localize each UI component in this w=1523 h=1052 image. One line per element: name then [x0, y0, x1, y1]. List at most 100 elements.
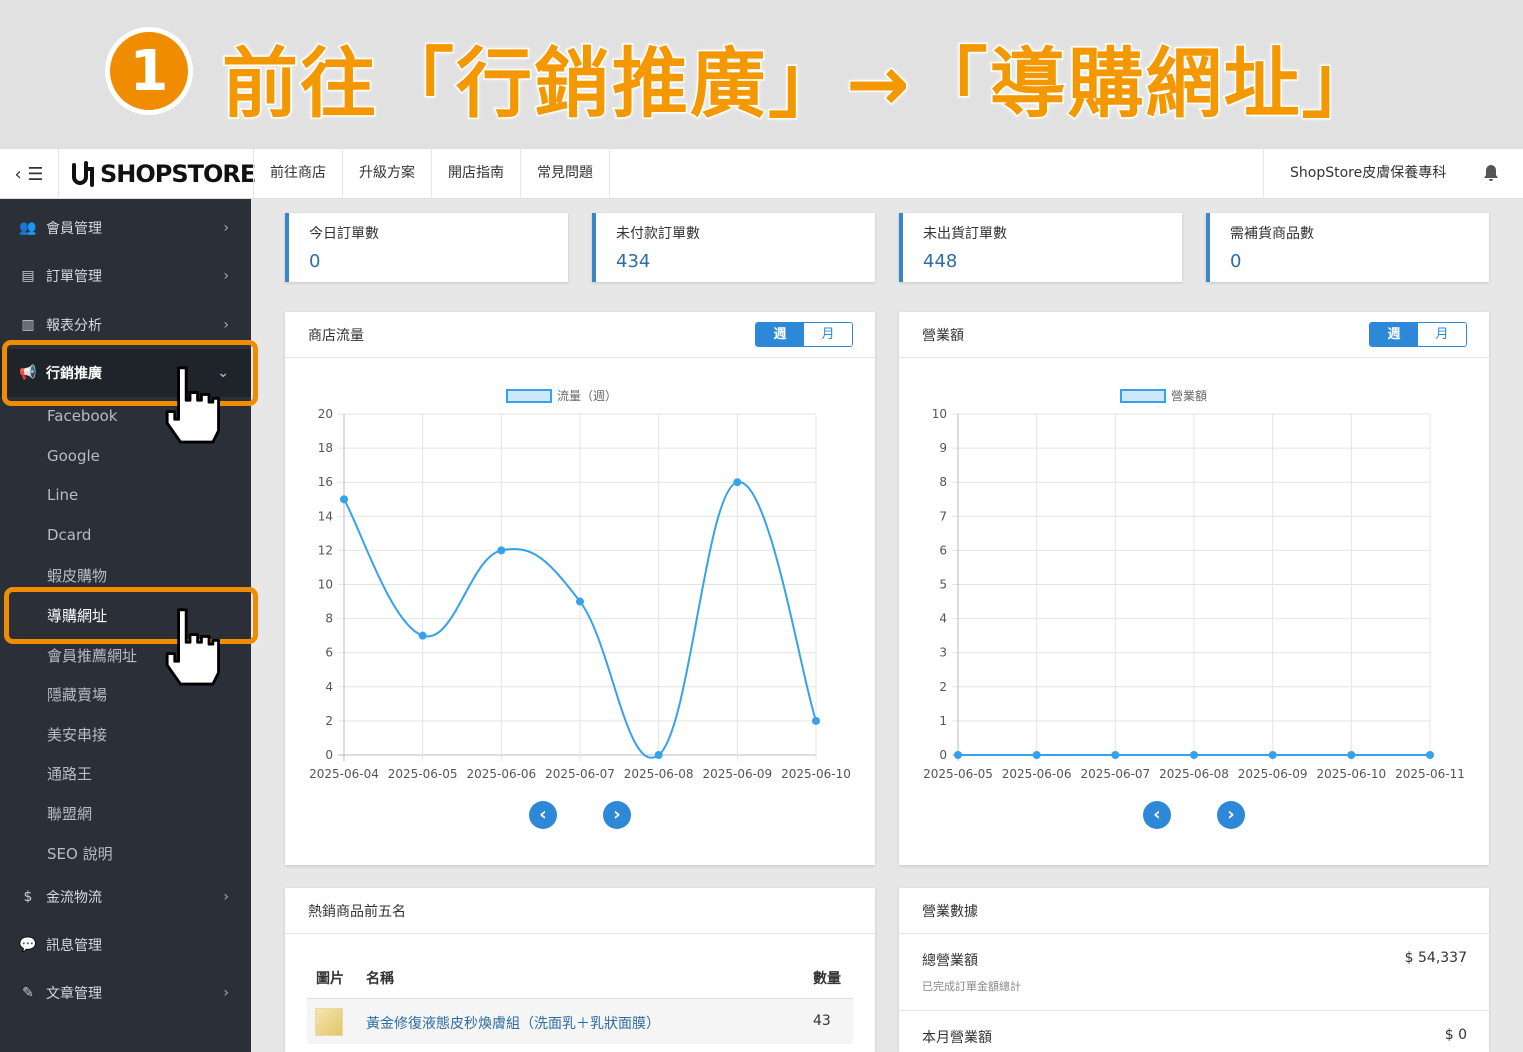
y-tick-label: 10: [318, 578, 333, 592]
chevron-right-icon: ›: [1227, 804, 1235, 825]
data-point: [340, 495, 348, 504]
comments-icon: 💬: [19, 937, 37, 953]
sub-item-dcard[interactable]: Dcard: [47, 526, 91, 544]
column-header-name: 名稱: [366, 971, 394, 987]
instruction-banner: 1 前往「行銷推廣」→「導購網址」: [0, 0, 1523, 149]
data-point: [1426, 751, 1434, 759]
stat-card-restock-items[interactable]: 需補貨商品數 0: [1206, 213, 1489, 282]
total-revenue-label: 總營業額: [922, 953, 978, 969]
step-number-badge: 1: [105, 27, 193, 115]
product-name-link[interactable]: 黃金修復液態皮秒煥膚組（洗面乳＋乳狀面膜）: [366, 1013, 660, 1033]
chevron-left-icon: ‹: [1153, 804, 1161, 825]
x-tick-label: 2025-06-10: [781, 767, 851, 781]
sub-item-channel-king[interactable]: 通路王: [47, 763, 92, 784]
banner-title: 前往「行銷推廣」→「導購網址」: [221, 38, 1380, 130]
revenue-chart-panel: 營業額 週 月 0 1 2 3 4 5 6 7 8 9 10 2025-06-05 2025-06-06…: [899, 312, 1489, 865]
y-tick-label: 8: [939, 475, 947, 489]
legend-swatch: [1120, 389, 1166, 403]
traffic-line-chart: 0 2 4 6 8 10 12 14 16 18 20 2025-06-04 2025-06-05 202…: [309, 389, 851, 781]
stat-card-unpaid-orders[interactable]: 未付款訂單數 434: [592, 213, 875, 282]
bell-icon[interactable]: [1481, 163, 1501, 183]
logo-text: SHOPSTORE: [100, 160, 256, 188]
total-revenue-value: $ 54,337: [1404, 950, 1467, 966]
users-icon: 👥: [19, 220, 37, 236]
sidebar-item-messages[interactable]: 💬 訊息管理: [0, 921, 251, 969]
data-point: [654, 751, 663, 759]
panel-title: 營業數據: [922, 904, 978, 920]
column-header-qty: 數量: [813, 971, 841, 987]
x-tick-label: 2025-06-08: [624, 767, 694, 781]
chart-prev-button[interactable]: ‹: [529, 801, 557, 829]
y-tick-label: 7: [939, 509, 947, 523]
x-tick-label: 2025-06-08: [1159, 767, 1229, 781]
panel-title: 熱銷商品前五名: [308, 904, 406, 920]
x-tick-label: 2025-06-09: [702, 767, 772, 781]
y-tick-label: 0: [325, 748, 333, 762]
sidebar-item-label: 報表分析: [46, 318, 102, 334]
sub-item-meian[interactable]: 美安串接: [47, 724, 107, 745]
y-tick-label: 4: [939, 612, 947, 626]
y-tick-label: 16: [318, 475, 333, 489]
x-tick-label: 2025-06-06: [1002, 767, 1072, 781]
sidebar-item-articles[interactable]: ✎ 文章管理 ›: [0, 969, 251, 1017]
nav-goto-store[interactable]: 前往商店: [253, 149, 342, 199]
chart-prev-button[interactable]: ‹: [1143, 801, 1171, 829]
sub-item-affiliate[interactable]: 聯盟網: [47, 803, 92, 824]
sub-item-facebook[interactable]: Facebook: [47, 407, 117, 425]
stat-label: 需補貨商品數: [1230, 226, 1314, 242]
revenue-line-chart: 0 1 2 3 4 5 6 7 8 9 10 2025-06-05 2025-06-06 2025-06-…: [923, 389, 1465, 781]
chevron-right-icon: ›: [223, 889, 229, 905]
sub-item-seo[interactable]: SEO 說明: [47, 843, 113, 864]
sidebar-item-payment-logistics[interactable]: $ 金流物流 ›: [0, 873, 251, 921]
stat-card-today-orders[interactable]: 今日訂單數 0: [285, 213, 568, 282]
y-tick-label: 9: [939, 441, 947, 455]
sub-item-hidden-store[interactable]: 隱藏賣場: [47, 684, 107, 705]
data-point: [497, 546, 506, 555]
chevron-right-icon: ›: [223, 268, 229, 284]
store-name-menu[interactable]: ShopStore皮膚保養專科: [1263, 149, 1446, 199]
traffic-chart-panel: 商店流量 週 月 0 2 4 6 8 10 12 14 16 18 20 2025-06-04 2025…: [285, 312, 875, 865]
bar-chart-icon: ▥: [21, 317, 35, 333]
data-point: [418, 631, 427, 640]
shopstore-logo[interactable]: SHOPSTORE: [68, 158, 256, 190]
y-tick-label: 2: [939, 680, 947, 694]
sidebar-toggle-button[interactable]: ‹ ☰: [0, 149, 59, 199]
total-revenue-sublabel: 已完成訂單金額總計: [922, 980, 1021, 993]
y-tick-label: 14: [318, 509, 333, 523]
nav-upgrade-plan[interactable]: 升級方案: [342, 149, 431, 199]
dollar-icon: $: [23, 889, 33, 905]
x-tick-label: 2025-06-10: [1316, 767, 1386, 781]
y-tick-label: 1: [939, 714, 947, 728]
stat-value: 434: [616, 251, 651, 272]
nav-faq[interactable]: 常見問題: [520, 149, 610, 199]
chart-next-button[interactable]: ›: [1217, 801, 1245, 829]
month-revenue-label: 本月營業額: [922, 1030, 992, 1046]
data-point: [1111, 751, 1120, 759]
sidebar-item-members[interactable]: 👥 會員管理 ›: [0, 204, 251, 252]
stat-card-unshipped-orders[interactable]: 未出貨訂單數 448: [899, 213, 1182, 282]
product-thumbnail[interactable]: [315, 1008, 343, 1036]
y-tick-label: 3: [939, 646, 947, 660]
sidebar-item-orders[interactable]: ▤ 訂單管理 ›: [0, 252, 251, 300]
x-tick-label: 2025-06-04: [309, 767, 379, 781]
x-tick-label: 2025-06-07: [545, 767, 615, 781]
chevron-right-icon: ›: [613, 804, 621, 825]
y-tick-label: 10: [932, 407, 947, 421]
stat-label: 未出貨訂單數: [923, 226, 1007, 242]
chart-next-button[interactable]: ›: [603, 801, 631, 829]
data-point: [1190, 751, 1198, 759]
data-point: [954, 751, 962, 759]
sub-item-google[interactable]: Google: [47, 447, 100, 465]
data-point: [733, 478, 742, 487]
data-point: [576, 597, 584, 606]
y-tick-label: 18: [318, 441, 333, 455]
sub-item-member-referral[interactable]: 會員推薦網址: [47, 645, 137, 666]
panel-header: 熱銷商品前五名: [285, 888, 875, 934]
top-nav-links: 前往商店 升級方案 開店指南 常見問題: [253, 149, 610, 199]
nav-store-guide[interactable]: 開店指南: [431, 149, 520, 199]
data-point: [1032, 751, 1041, 759]
sub-item-line[interactable]: Line: [47, 486, 78, 504]
x-tick-label: 2025-06-07: [1080, 767, 1150, 781]
copy-icon: ▤: [21, 268, 35, 284]
sub-item-shopee[interactable]: 蝦皮購物: [47, 565, 107, 586]
